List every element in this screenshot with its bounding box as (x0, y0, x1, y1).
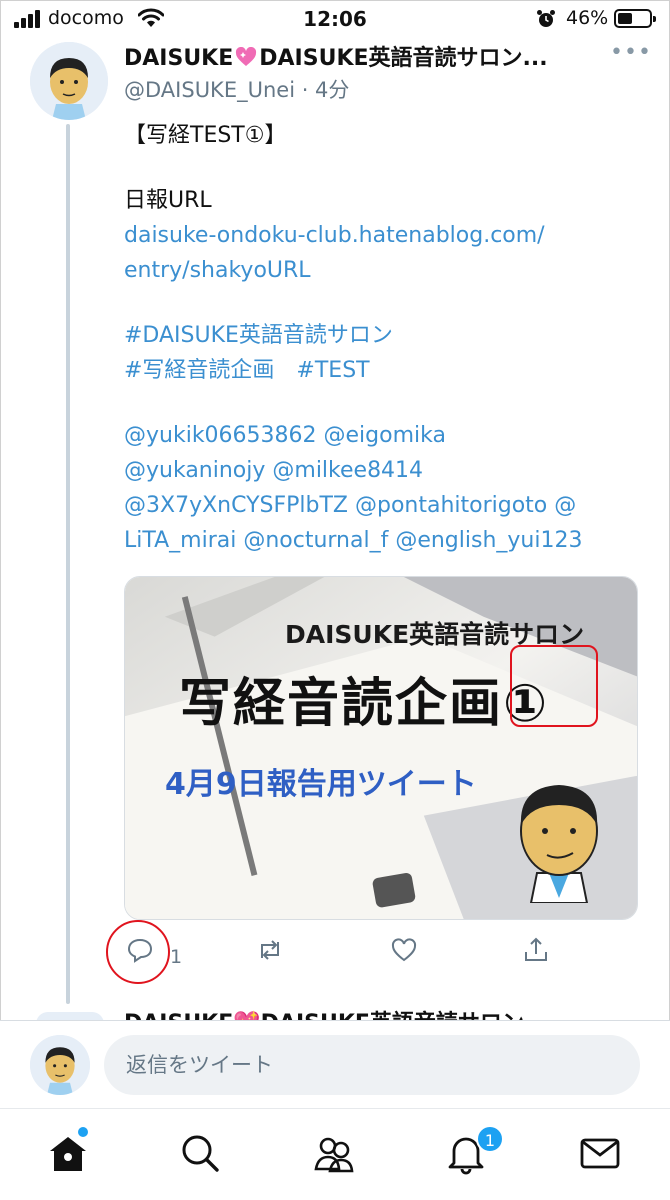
hashtag-link[interactable]: #写経音読企画 #TEST (124, 353, 644, 388)
handle-and-time[interactable]: @DAISUKE_Unei · 4分 (124, 74, 349, 104)
heart-sparkle-icon (236, 47, 257, 66)
tweet-actions: 1 (124, 930, 564, 974)
media-headline: 写経音読企画① (179, 674, 550, 734)
bottom-tab-bar: 1 (0, 1108, 670, 1200)
reply-bar (0, 1020, 670, 1108)
current-user-avatar[interactable] (30, 1035, 90, 1095)
more-options-button[interactable]: ••• (610, 40, 652, 65)
mention-link[interactable]: @3X7yXnCYSFPlbTZ @pontahitorigoto @ (124, 488, 644, 523)
tweet-body: 【写経TEST①】 日報URL daisuke-ondoku-club.hate… (124, 118, 644, 558)
like-icon (391, 938, 417, 962)
tab-messages[interactable] (578, 1131, 622, 1175)
search-icon (182, 1135, 219, 1172)
share-button[interactable] (522, 936, 550, 968)
messages-icon (580, 1138, 620, 1169)
retweet-icon (261, 940, 279, 960)
battery-icon (614, 9, 656, 28)
author-avatar[interactable] (30, 42, 108, 120)
alarm-icon (537, 10, 555, 27)
annotation-red-circle (106, 920, 170, 984)
home-new-dot (78, 1127, 88, 1137)
notifications-badge: 1 (476, 1125, 504, 1153)
report-label: 日報URL (124, 188, 212, 213)
mention-link[interactable]: @yukik06653862 @eigomika (124, 418, 644, 453)
hashtag-link[interactable]: #DAISUKE英語音読サロン (124, 318, 644, 353)
tweet-media-image[interactable]: DAISUKE英語音読サロン 写経音読企画① 4月9日報告用ツイート (124, 576, 638, 920)
share-icon (525, 937, 547, 961)
reply-input[interactable] (104, 1035, 640, 1095)
report-url-link[interactable]: daisuke-ondoku-club.hatenablog.com/ (124, 218, 644, 253)
report-url-link[interactable]: entry/shakyoURL (124, 253, 644, 288)
home-icon (50, 1137, 86, 1171)
mention-link[interactable]: @yukaninojy @milkee8414 (124, 453, 644, 488)
reply-count: 1 (170, 946, 183, 968)
tab-home[interactable] (46, 1131, 90, 1175)
retweet-button[interactable] (256, 936, 284, 968)
status-bar: docomo 12:06 46% (0, 0, 670, 38)
author-name[interactable]: DAISUKE DAISUKE英語音読サロン... (124, 40, 604, 72)
display-name-part: DAISUKE (124, 46, 234, 71)
tab-communities[interactable] (312, 1131, 356, 1175)
battery-percent: 46% (566, 7, 609, 29)
media-date-caption: 4月9日報告用ツイート (165, 767, 477, 802)
mention-link[interactable]: LiTA_mirai @nocturnal_f @english_yui123 (124, 523, 644, 558)
annotation-red-box (510, 645, 598, 727)
thread-line (66, 124, 70, 1004)
display-name-part: DAISUKE英語音読サロン... (259, 46, 548, 71)
tweet-title: 【写経TEST①】 (124, 123, 287, 148)
communities-icon (314, 1137, 354, 1173)
tab-search[interactable] (178, 1131, 222, 1175)
cartoon-face-illustration (520, 785, 598, 903)
like-button[interactable] (390, 936, 418, 968)
